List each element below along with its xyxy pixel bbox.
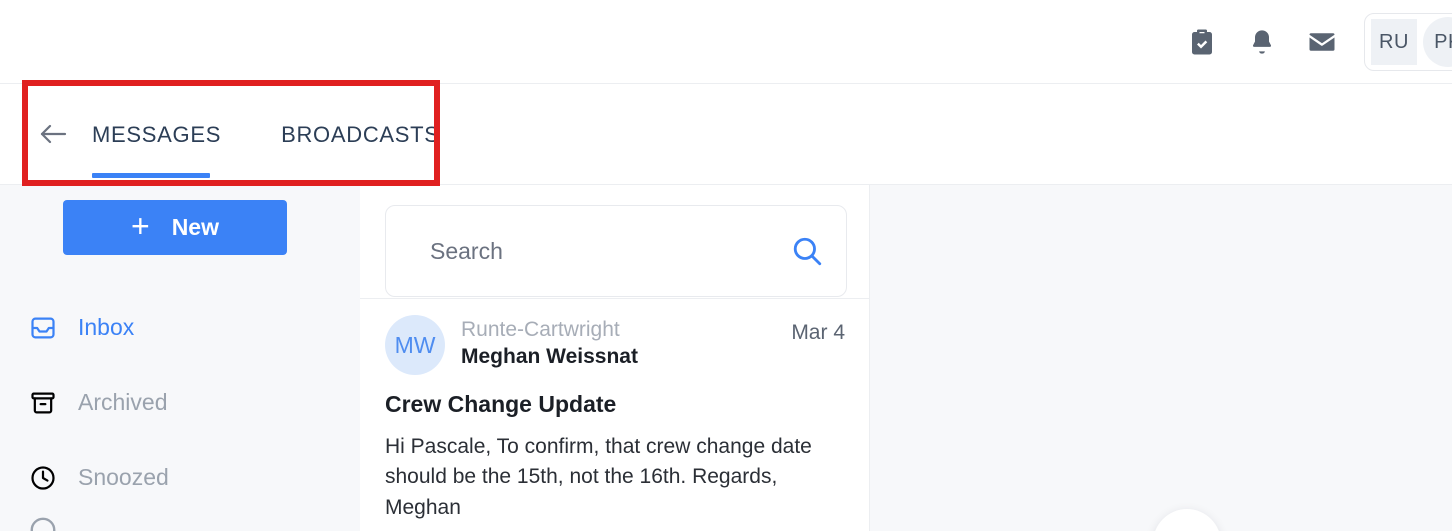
message-date: Mar 4 (791, 321, 845, 344)
message-list-panel: MW Runte-Cartwright Meghan Weissnat Mar … (360, 185, 870, 531)
avatar: MW (385, 315, 445, 375)
main-body: + New Inbox Archived Snoozed Search MW R… (0, 185, 1452, 531)
tab-bar: MESSAGES BROADCASTS (0, 84, 1452, 185)
back-arrow-icon[interactable] (36, 117, 70, 151)
avatar-pk[interactable]: PK (1423, 17, 1452, 67)
tab-messages-label: MESSAGES (92, 121, 222, 147)
archive-icon (28, 388, 58, 418)
sidebar-nav-list: Inbox Archived Snoozed (0, 290, 360, 515)
sidebar-item-archived-label: Archived (78, 389, 168, 415)
header-actions: RU PK (1172, 0, 1452, 84)
message-preview: Hi Pascale, To confirm, that crew change… (385, 435, 812, 519)
message-header-row: MW Runte-Cartwright Meghan Weissnat Mar … (385, 315, 845, 375)
sidebar: + New Inbox Archived Snoozed (0, 185, 360, 531)
sidebar-item-partial-icon[interactable] (28, 515, 58, 531)
sidebar-item-inbox[interactable]: Inbox (0, 290, 360, 365)
message-sender-name: Meghan Weissnat (461, 345, 638, 369)
sidebar-item-archived[interactable]: Archived (0, 365, 360, 440)
messaging-app-window: RU PK MESSAGES BROADCASTS (0, 0, 1452, 531)
message-list-item[interactable]: MW Runte-Cartwright Meghan Weissnat Mar … (360, 299, 870, 531)
tab-broadcasts[interactable]: BROADCASTS (281, 84, 464, 185)
avatar-pk-initials: PK (1434, 30, 1452, 53)
top-header-bar: RU PK (0, 0, 1452, 84)
search-box[interactable] (385, 205, 847, 297)
message-organization: Runte-Cartwright (461, 318, 620, 341)
search-icon[interactable] (790, 234, 824, 268)
plus-icon: + (131, 208, 150, 244)
bell-icon[interactable] (1232, 0, 1292, 84)
inbox-icon (28, 313, 58, 343)
clock-icon (28, 463, 58, 493)
search-input[interactable] (428, 236, 772, 266)
message-sender-block: Runte-Cartwright Meghan Weissnat (461, 315, 775, 371)
tab-messages[interactable]: MESSAGES (92, 84, 245, 185)
envelope-icon[interactable] (1292, 0, 1352, 84)
message-detail-panel (870, 185, 1452, 531)
sidebar-item-snoozed-label: Snoozed (78, 464, 169, 490)
new-message-button-label: New (171, 214, 219, 240)
tab-list: MESSAGES BROADCASTS (92, 84, 464, 185)
message-subject: Crew Change Update (385, 391, 617, 417)
avatar-group: RU PK (1364, 13, 1452, 71)
avatar-ru[interactable]: RU (1371, 19, 1417, 65)
avatar-initials: MW (394, 331, 436, 358)
clipboard-check-icon[interactable] (1172, 0, 1232, 84)
avatar-ru-initials: RU (1379, 30, 1409, 53)
sidebar-item-inbox-label: Inbox (78, 314, 135, 340)
search-container (385, 205, 847, 297)
sidebar-item-snoozed[interactable]: Snoozed (0, 440, 360, 515)
tab-broadcasts-label: BROADCASTS (281, 121, 440, 147)
new-message-button[interactable]: + New (63, 200, 287, 255)
